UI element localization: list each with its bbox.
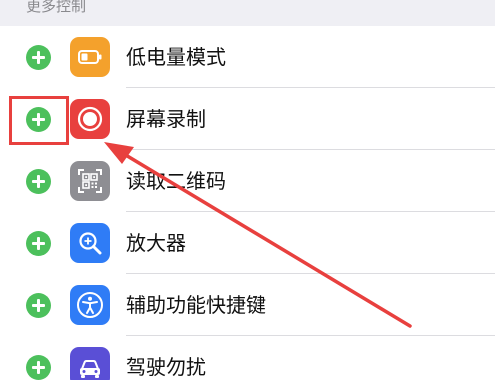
screen-record-icon xyxy=(70,99,110,139)
accessibility-icon xyxy=(70,285,110,325)
annotation-highlight-box xyxy=(9,96,69,145)
add-button[interactable] xyxy=(26,169,51,194)
list-item-driving-focus: 驾驶勿扰 xyxy=(0,336,495,380)
more-controls-screen: 更多控制 低电量模式 屏幕录制 读取二维码 放大器 辅助功能快捷键 驾驶勿扰 xyxy=(0,0,495,380)
section-header: 更多控制 xyxy=(0,0,495,26)
add-button[interactable] xyxy=(26,293,51,318)
list-item-screen-recording: 屏幕录制 xyxy=(0,88,495,150)
list-item-magnifier: 放大器 xyxy=(0,212,495,274)
item-label: 驾驶勿扰 xyxy=(126,355,206,379)
item-label: 低电量模式 xyxy=(126,45,226,69)
magnifier-icon xyxy=(70,223,110,263)
list-item-low-power-mode: 低电量模式 xyxy=(0,26,495,88)
more-controls-list: 低电量模式 屏幕录制 读取二维码 放大器 辅助功能快捷键 驾驶勿扰 xyxy=(0,26,495,380)
list-item-accessibility-shortcut: 辅助功能快捷键 xyxy=(0,274,495,336)
car-icon xyxy=(70,347,110,380)
add-button[interactable] xyxy=(26,355,51,380)
item-label: 辅助功能快捷键 xyxy=(126,293,266,317)
item-label: 屏幕录制 xyxy=(126,107,206,131)
item-label: 放大器 xyxy=(126,231,186,255)
item-label: 读取二维码 xyxy=(126,169,226,193)
battery-icon xyxy=(70,37,110,77)
section-title: 更多控制 xyxy=(26,0,87,15)
add-button[interactable] xyxy=(26,231,51,256)
qr-code-icon xyxy=(70,161,110,201)
list-item-qr-code-reader: 读取二维码 xyxy=(0,150,495,212)
add-button[interactable] xyxy=(26,45,51,70)
